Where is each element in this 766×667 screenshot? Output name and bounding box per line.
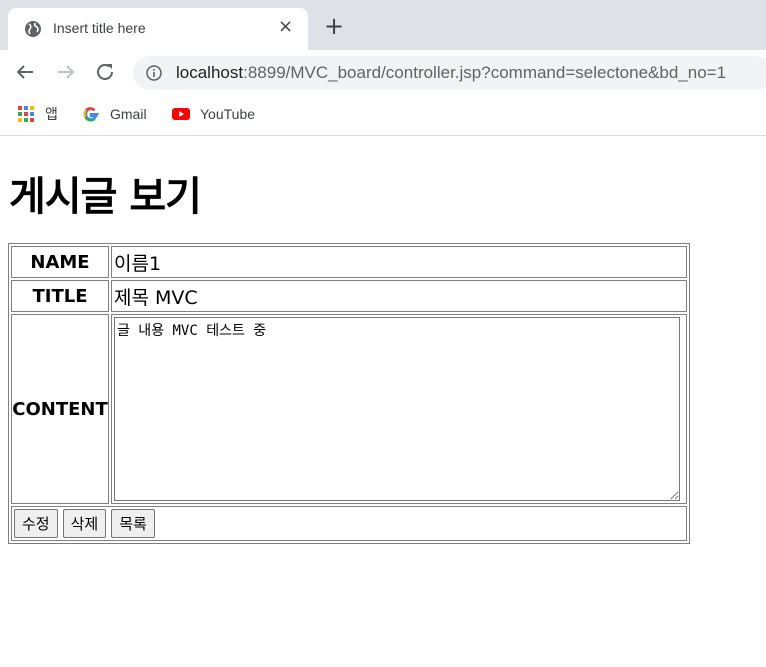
bookmark-label: Gmail [110, 106, 147, 122]
title-value: 제목 MVC [111, 280, 687, 312]
apps-grid-icon [18, 106, 34, 122]
new-tab-icon[interactable]: + [324, 14, 344, 38]
url-host: localhost [176, 63, 244, 82]
globe-icon [25, 21, 41, 37]
google-icon [83, 107, 99, 122]
content-cell: 글 내용 MVC 테스트 중 [111, 314, 687, 504]
browser-tab[interactable]: Insert title here × [8, 8, 308, 50]
content-textarea[interactable]: 글 내용 MVC 테스트 중 [114, 317, 680, 501]
content-row: CONTENT 글 내용 MVC 테스트 중 [11, 314, 687, 504]
delete-button[interactable]: 삭제 [62, 509, 107, 538]
post-detail-table: NAME 이름1 TITLE 제목 MVC CONTENT 글 내용 MVC 테… [8, 243, 690, 544]
bookmark-apps[interactable]: 앱 [17, 103, 58, 125]
button-cell: 수정 삭제 목록 [11, 506, 687, 541]
page-title: 게시글 보기 [9, 174, 202, 220]
bookmark-label: 앱 [45, 106, 58, 122]
site-info-icon[interactable] [146, 65, 162, 81]
name-label: NAME [11, 246, 109, 278]
name-value: 이름1 [111, 246, 687, 278]
address-bar[interactable]: localhost:8899/MVC_board/controller.jsp?… [133, 56, 766, 90]
bookmark-label: YouTube [200, 106, 256, 122]
title-row: TITLE 제목 MVC [11, 280, 687, 312]
content-label: CONTENT [11, 314, 109, 504]
button-row: 수정 삭제 목록 [11, 506, 687, 541]
back-arrow-icon[interactable] [13, 60, 37, 84]
list-button[interactable]: 목록 [111, 509, 155, 538]
edit-button[interactable]: 수정 [14, 509, 58, 538]
close-tab-icon[interactable]: × [278, 18, 293, 36]
url-path: :8899/MVC_board/controller.jsp?command=s… [243, 63, 727, 82]
name-row: NAME 이름1 [11, 246, 687, 278]
url-text: localhost:8899/MVC_board/controller.jsp?… [176, 63, 726, 83]
title-label: TITLE [11, 280, 109, 312]
tab-strip: Insert title here × + [0, 0, 766, 50]
bookmarks-bar: 앱 Gmail YouTube [0, 95, 766, 136]
youtube-icon [172, 108, 190, 120]
forward-arrow-icon[interactable] [54, 60, 78, 84]
reload-icon[interactable] [93, 60, 117, 84]
bookmark-gmail[interactable]: Gmail [82, 103, 147, 125]
page-body: 게시글 보기 NAME 이름1 TITLE 제목 MVC CONTENT 글 내… [0, 136, 766, 667]
browser-toolbar: localhost:8899/MVC_board/controller.jsp?… [0, 50, 766, 95]
bookmark-youtube[interactable]: YouTube [172, 103, 255, 125]
tab-title: Insert title here [53, 20, 146, 36]
